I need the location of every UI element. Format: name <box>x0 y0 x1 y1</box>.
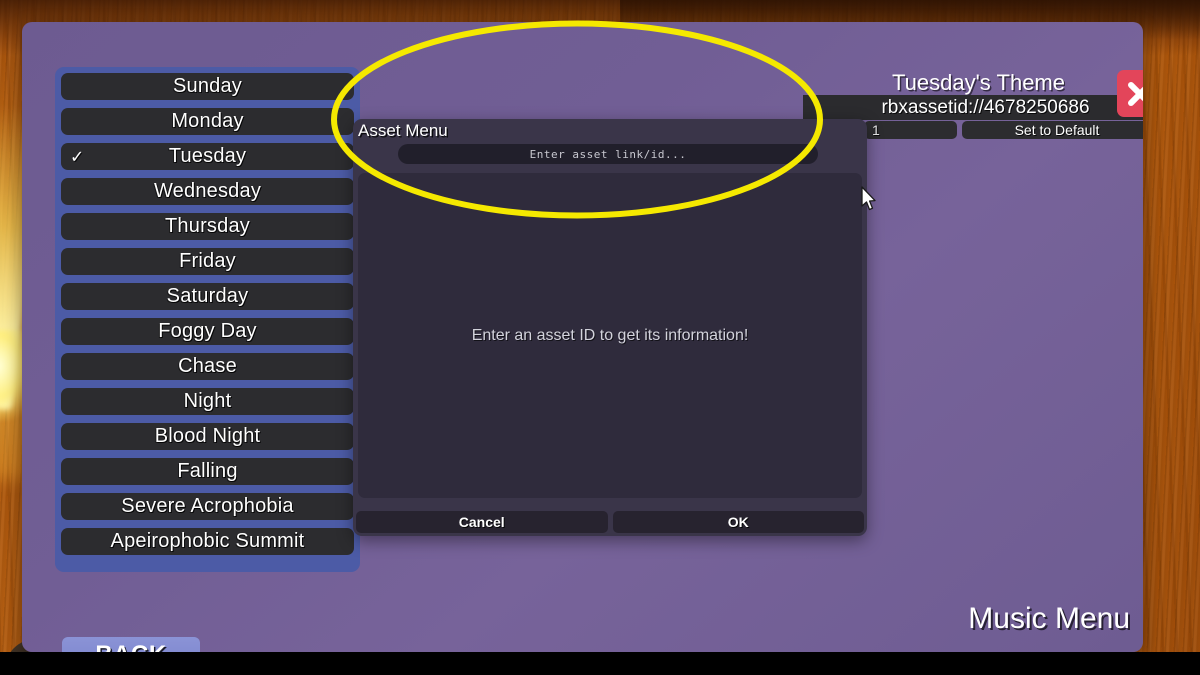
list-item[interactable]: Night <box>61 388 354 415</box>
page-title: Music Menu <box>968 602 1130 635</box>
list-item-label: Tuesday <box>168 145 247 167</box>
asset-link-placeholder: Enter asset link/id... <box>529 147 687 161</box>
list-item-label: Friday <box>179 250 236 272</box>
list-item-label: Saturday <box>166 285 249 307</box>
music-menu-window: Sunday Monday ✓ Tuesday Wednesday Thursday Fri… <box>22 22 1143 652</box>
list-item-label: Apeirophobic Summit <box>110 530 305 552</box>
bottom-letterbox <box>0 652 1200 675</box>
list-item[interactable]: Saturday <box>61 283 354 310</box>
list-item[interactable]: Chase <box>61 353 354 380</box>
list-item[interactable]: Foggy Day <box>61 318 354 345</box>
list-item-label: Thursday <box>165 215 250 237</box>
asset-link-input[interactable]: Enter asset link/id... <box>398 144 818 164</box>
list-item[interactable]: ✓ Tuesday <box>61 143 354 170</box>
asset-info-area: Enter an asset ID to get its information… <box>358 173 862 498</box>
volume-value: 1 <box>872 122 880 138</box>
list-item-label: Chase <box>178 355 237 377</box>
ok-button[interactable]: OK <box>612 511 864 533</box>
asset-id-value: rbxassetid://4678250686 <box>881 96 1090 118</box>
set-to-default-label: Set to Default <box>1014 122 1100 138</box>
back-button[interactable]: BACK <box>62 637 200 652</box>
list-item-label: Sunday <box>172 75 243 97</box>
ok-button-label: OK <box>727 514 749 530</box>
list-item[interactable]: Thursday <box>61 213 354 240</box>
close-button[interactable] <box>1117 70 1143 117</box>
cancel-button-label: Cancel <box>458 514 505 530</box>
game-screen: Sunday Monday ✓ Tuesday Wednesday Thursday Fri… <box>0 0 1200 675</box>
set-to-default-button[interactable]: Set to Default <box>962 121 1143 139</box>
list-item[interactable]: Friday <box>61 248 354 275</box>
close-x-icon <box>1128 81 1143 106</box>
dialog-actions: Cancel OK <box>356 511 864 533</box>
list-item-label: Monday <box>171 110 244 132</box>
current-theme-label: Tuesday's Theme <box>892 70 1065 95</box>
list-item[interactable]: Severe Acrophobia <box>61 493 354 520</box>
cancel-button[interactable]: Cancel <box>356 511 608 533</box>
checkmark-icon: ✓ <box>70 147 85 166</box>
theme-list: Sunday Monday ✓ Tuesday Wednesday Thursday Fri… <box>55 67 360 572</box>
list-item-label: Blood Night <box>154 425 261 447</box>
list-item-label: Night <box>183 390 232 412</box>
list-item[interactable]: Apeirophobic Summit <box>61 528 354 555</box>
list-item-label: Falling <box>177 460 238 482</box>
list-item[interactable]: Sunday <box>61 73 354 100</box>
list-item[interactable]: Falling <box>61 458 354 485</box>
asset-menu-dialog: Asset Menu Enter asset link/id... Enter … <box>353 119 867 536</box>
volume-input[interactable]: 1 <box>864 121 957 139</box>
list-item-label: Severe Acrophobia <box>121 495 294 517</box>
asset-menu-title: Asset Menu <box>358 121 448 140</box>
asset-id-field[interactable]: rbxassetid://4678250686 <box>803 95 1143 120</box>
back-button-label: BACK <box>95 641 166 653</box>
list-item-label: Wednesday <box>153 180 262 202</box>
list-item-label: Foggy Day <box>158 320 257 342</box>
list-item[interactable]: Wednesday <box>61 178 354 205</box>
list-item[interactable]: Monday <box>61 108 354 135</box>
list-item[interactable]: Blood Night <box>61 423 354 450</box>
asset-info-message: Enter an asset ID to get its information… <box>471 326 749 344</box>
